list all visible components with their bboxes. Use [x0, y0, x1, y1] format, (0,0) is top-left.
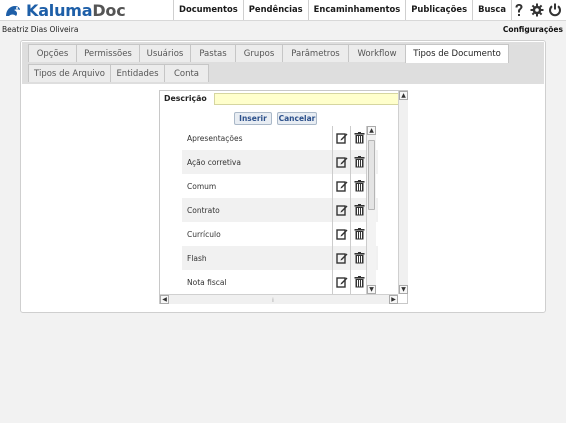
document-type-name: Contrato: [187, 205, 220, 215]
document-type-name: Nota fiscal: [187, 277, 227, 287]
edit-icon[interactable]: [333, 246, 350, 270]
row-actions: [332, 270, 369, 294]
trash-icon[interactable]: [350, 150, 367, 174]
nav-pendencias[interactable]: Pendências: [242, 0, 308, 20]
tab-entidades[interactable]: Entidades: [110, 64, 165, 82]
edit-icon[interactable]: [333, 126, 350, 150]
list-scrollbar[interactable]: ▲ ▼: [366, 126, 376, 294]
tab-parametros[interactable]: Parâmetros: [282, 44, 349, 62]
kaluma-logo-icon: [4, 3, 22, 19]
form-scroll-right-icon[interactable]: ▶: [389, 295, 398, 304]
document-type-name: Comum: [187, 181, 217, 191]
help-icon[interactable]: [512, 2, 526, 17]
edit-icon[interactable]: [333, 174, 350, 198]
trash-icon[interactable]: [350, 174, 367, 198]
form-vertical-scrollbar[interactable]: ▲ ▼: [398, 91, 408, 294]
list-item: Currículo: [182, 222, 378, 246]
tab-opcoes[interactable]: Opções: [28, 44, 77, 62]
description-input[interactable]: [214, 93, 399, 105]
main-nav: Documentos Pendências Encaminhamentos Pu…: [173, 0, 513, 20]
list-scroll-thumb[interactable]: [368, 140, 375, 210]
logo-text-doc: Doc: [92, 1, 126, 20]
tab-bar: Opções Permissões Usuários Pastas Grupos…: [22, 42, 544, 84]
list-item: Nota fiscal: [182, 270, 378, 294]
document-type-form: Descrição Inserir Cancelar Apresentações…: [159, 90, 408, 304]
gear-icon[interactable]: [530, 2, 544, 17]
user-name: Beatriz Dias Oliveira: [2, 25, 79, 34]
app-logo-text: KalumaDoc: [26, 1, 126, 20]
tab-tipos-de-arquivo[interactable]: Tipos de Arquivo: [28, 64, 111, 82]
power-icon[interactable]: [548, 2, 562, 17]
row-actions: [332, 126, 369, 150]
top-bar: KalumaDoc Documentos Pendências Encaminh…: [0, 0, 566, 21]
nav-busca[interactable]: Busca: [472, 0, 513, 20]
row-actions: [332, 246, 369, 270]
document-type-name: Apresentações: [187, 133, 243, 143]
list-item: Apresentações: [182, 126, 378, 150]
list-scroll-down-icon[interactable]: ▼: [367, 285, 376, 294]
form-scroll-up-icon[interactable]: ▲: [399, 91, 408, 100]
edit-icon[interactable]: [333, 150, 350, 174]
tab-pastas[interactable]: Pastas: [190, 44, 236, 62]
tab-grupos[interactable]: Grupos: [235, 44, 283, 62]
row-actions: [332, 150, 369, 174]
trash-icon[interactable]: [350, 270, 367, 294]
list-item: Contrato: [182, 198, 378, 222]
app-logo[interactable]: KalumaDoc: [4, 1, 126, 20]
document-type-name: Currículo: [187, 229, 221, 239]
document-type-list: Apresentações Ação corretiva Comum Contr…: [182, 126, 378, 294]
insert-button[interactable]: Inserir: [234, 112, 272, 125]
list-item: Comum: [182, 174, 378, 198]
row-actions: [332, 198, 369, 222]
form-scroll-left-icon[interactable]: ◀: [160, 295, 169, 304]
tab-conta[interactable]: Conta: [164, 64, 209, 82]
cancel-button[interactable]: Cancelar: [277, 112, 317, 125]
trash-icon[interactable]: [350, 198, 367, 222]
nav-encaminhamentos[interactable]: Encaminhamentos: [307, 0, 406, 20]
config-link[interactable]: Configurações: [503, 25, 563, 34]
logo-text-kaluma: Kaluma: [26, 1, 93, 20]
scroll-grip-icon: ⁞: [272, 297, 274, 304]
tab-usuarios[interactable]: Usuários: [139, 44, 191, 62]
document-type-name: Flash: [187, 253, 207, 263]
nav-documentos[interactable]: Documentos: [173, 0, 243, 20]
nav-publicacoes[interactable]: Publicações: [405, 0, 472, 20]
top-icons: [512, 2, 562, 17]
tab-tipos-de-documento[interactable]: Tipos de Documento: [405, 44, 509, 63]
list-item: Flash: [182, 246, 378, 270]
row-actions: [332, 222, 369, 246]
form-horizontal-scrollbar[interactable]: ◀ ⁞ ▶: [160, 294, 398, 304]
list-scroll-up-icon[interactable]: ▲: [367, 126, 376, 135]
trash-icon[interactable]: [350, 222, 367, 246]
edit-icon[interactable]: [333, 270, 350, 294]
edit-icon[interactable]: [333, 222, 350, 246]
tab-workflow[interactable]: Workflow: [348, 44, 406, 62]
edit-icon[interactable]: [333, 198, 350, 222]
row-actions: [332, 174, 369, 198]
tab-permissoes[interactable]: Permissões: [76, 44, 140, 62]
trash-icon[interactable]: [350, 246, 367, 270]
list-item: Ação corretiva: [182, 150, 378, 174]
document-type-name: Ação corretiva: [187, 157, 241, 167]
form-scroll-down-icon[interactable]: ▼: [399, 285, 408, 294]
description-label: Descrição: [164, 94, 207, 103]
trash-icon[interactable]: [350, 126, 367, 150]
